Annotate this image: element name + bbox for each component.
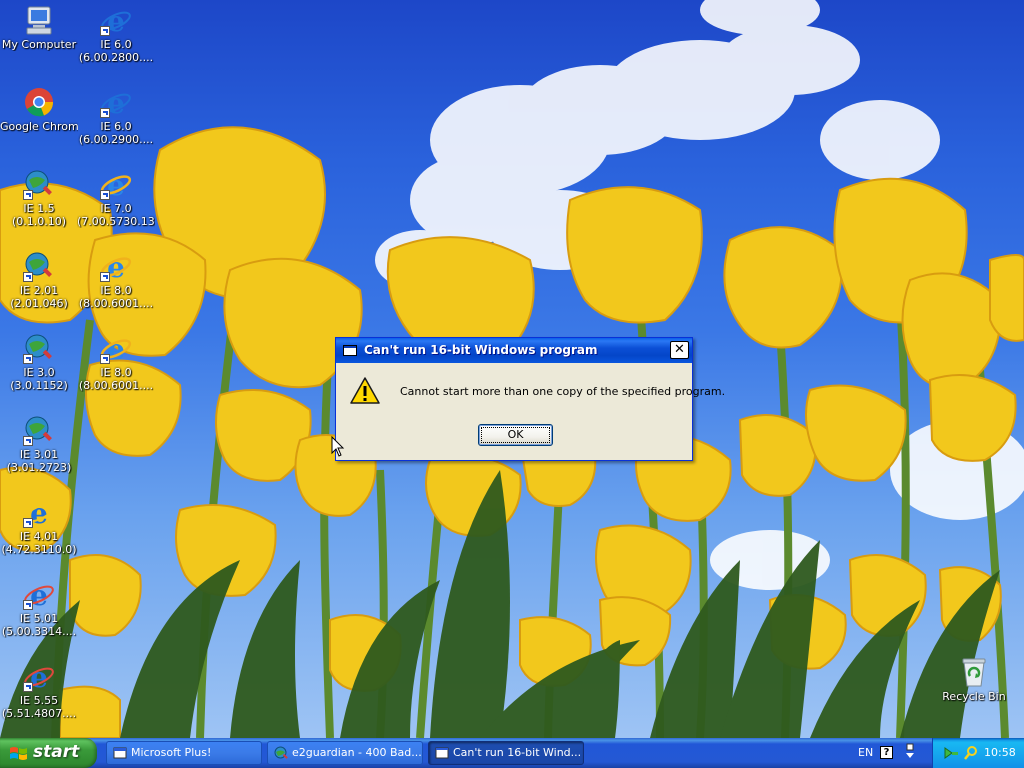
taskbar: start Microsoft Plus! e2guardian - 400 B…: [0, 738, 1024, 768]
warning-icon: [349, 376, 381, 406]
icon-label: IE 8.0 (8.00.6001....: [78, 284, 154, 310]
ie7-icon: e: [100, 332, 132, 366]
ie-old-icon: [23, 414, 55, 446]
window-icon: [343, 345, 357, 356]
dialog-message: Cannot start more than one copy of the s…: [400, 385, 726, 398]
desktop: My Computer Google Chrome IE 1.5 (0.1.0.…: [0, 0, 1024, 738]
desktop-icon-ie8-b[interactable]: e IE 8.0 (8.00.6001....: [77, 332, 155, 392]
shortcut-arrow-icon: [23, 354, 33, 364]
icon-label: Recycle Bin: [942, 690, 1006, 703]
language-indicator[interactable]: EN: [858, 746, 873, 759]
ie-old-icon: [23, 332, 55, 364]
mouse-cursor-icon: [331, 436, 345, 457]
icon-label: IE 2.01 (2.01.046): [10, 284, 68, 310]
taskbar-item-cant-run[interactable]: Can't run 16-bit Wind...: [428, 741, 584, 765]
desktop-icon-recycle-bin[interactable]: Recycle Bin: [935, 656, 1013, 703]
dialog-title: Can't run 16-bit Windows program: [364, 343, 598, 357]
taskbar-item-microsoft-plus[interactable]: Microsoft Plus!: [106, 741, 262, 765]
icon-label: Google Chrome: [0, 120, 78, 133]
window-icon: [113, 747, 127, 759]
desktop-icon-google-chrome[interactable]: Google Chrome: [0, 86, 78, 133]
shortcut-arrow-icon: [23, 190, 33, 200]
desktop-icon-ie7[interactable]: e IE 7.0 (7.00.5730.13): [77, 168, 155, 228]
desktop-icon-ie501[interactable]: e IE 5.01 (5.00.3314....: [0, 578, 78, 638]
shortcut-arrow-icon: [100, 354, 110, 364]
shortcut-arrow-icon: [100, 272, 110, 282]
shortcut-arrow-icon: [100, 108, 110, 118]
icon-label: IE 7.0 (7.00.5730.13): [77, 202, 155, 228]
ie-icon: e: [100, 4, 132, 38]
icon-label: IE 3.0 (3.0.1152): [10, 366, 68, 392]
ie-old-icon: [23, 168, 55, 200]
system-tray: 10:58: [932, 738, 1024, 768]
icon-label: IE 6.0 (6.00.2800....: [78, 38, 154, 64]
ie-icon: e: [23, 578, 55, 612]
ie-old-icon: [23, 250, 55, 282]
ok-button[interactable]: OK: [478, 424, 553, 446]
icon-label: IE 8.0 (8.00.6001....: [78, 366, 154, 392]
desktop-icon-my-computer[interactable]: My Computer: [0, 4, 78, 51]
shortcut-arrow-icon: [100, 26, 110, 36]
search-tray-icon[interactable]: [963, 745, 979, 761]
desktop-icon-ie8-a[interactable]: e IE 8.0 (8.00.6001....: [77, 250, 155, 310]
start-label: start: [33, 742, 80, 762]
start-button[interactable]: start: [0, 738, 97, 768]
ie-icon: e: [23, 660, 55, 694]
clock[interactable]: 10:58: [984, 746, 1016, 759]
desktop-icon-ie301[interactable]: IE 3.01 (3.01.2723): [0, 414, 78, 474]
close-button[interactable]: ✕: [670, 341, 689, 359]
icon-label: IE 1.5 (0.1.0.10): [11, 202, 67, 228]
shortcut-arrow-icon: [100, 190, 110, 200]
network-tray-icon[interactable]: [943, 745, 959, 761]
ie-icon: e: [100, 86, 132, 120]
ie-icon: e: [23, 496, 55, 530]
task-label: Microsoft Plus!: [131, 746, 212, 759]
shortcut-arrow-icon: [23, 436, 33, 446]
ie7-icon: e: [100, 168, 132, 202]
error-dialog: Can't run 16-bit Windows program ✕ Canno…: [335, 337, 725, 461]
recycle-bin-icon: [958, 656, 990, 688]
shortcut-arrow-icon: [23, 600, 33, 610]
desktop-icon-ie555[interactable]: e IE 5.55 (5.51.4807....: [0, 660, 78, 720]
icon-label: IE 3.01 (3.01.2723): [6, 448, 72, 474]
icon-label: IE 5.01 (5.00.3314....: [1, 612, 77, 638]
computer-icon: [23, 4, 55, 36]
icon-label: IE 5.55 (5.51.4807....: [1, 694, 77, 720]
task-label: Can't run 16-bit Wind...: [453, 746, 582, 759]
dialog-titlebar[interactable]: Can't run 16-bit Windows program ✕: [336, 338, 692, 363]
icon-label: My Computer: [1, 38, 77, 51]
taskbar-item-e2guardian[interactable]: e2guardian - 400 Bad...: [267, 741, 423, 765]
desktop-icon-ie6-2900[interactable]: e IE 6.0 (6.00.2900....: [77, 86, 155, 146]
shortcut-arrow-icon: [23, 272, 33, 282]
desktop-icon-ie201[interactable]: IE 2.01 (2.01.046): [0, 250, 78, 310]
icon-label: IE 4.01 (4.72.3110.0): [1, 530, 77, 556]
ime-toolbar-icon[interactable]: [904, 743, 916, 761]
help-icon[interactable]: ?: [880, 746, 893, 759]
ie7-icon: e: [100, 250, 132, 284]
shortcut-arrow-icon: [23, 682, 33, 692]
desktop-icon-ie30[interactable]: IE 3.0 (3.0.1152): [0, 332, 78, 392]
chrome-icon: [23, 86, 55, 118]
task-label: e2guardian - 400 Bad...: [292, 746, 422, 759]
desktop-icon-ie401[interactable]: e IE 4.01 (4.72.3110.0): [0, 496, 78, 556]
window-icon: [435, 747, 449, 759]
shortcut-arrow-icon: [23, 518, 33, 528]
icon-label: IE 6.0 (6.00.2900....: [78, 120, 154, 146]
windows-flag-icon: [10, 747, 27, 760]
desktop-icon-ie6-2800[interactable]: e IE 6.0 (6.00.2800....: [77, 4, 155, 64]
ie-old-icon: [274, 746, 288, 759]
desktop-icon-ie15[interactable]: IE 1.5 (0.1.0.10): [0, 168, 78, 228]
